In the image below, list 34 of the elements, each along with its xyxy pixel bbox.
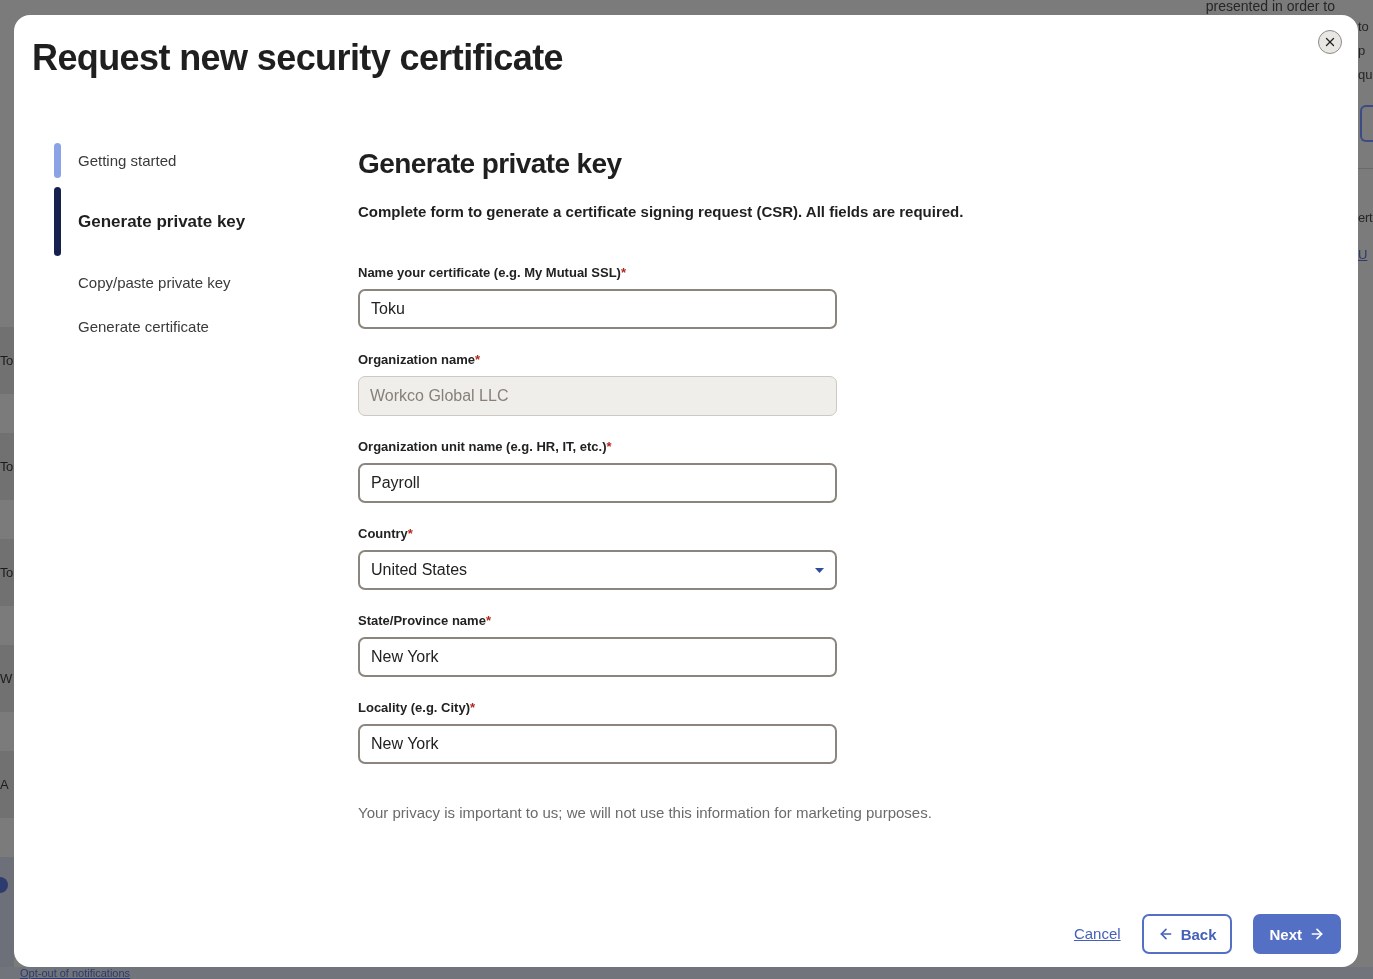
back-button[interactable]: Back	[1141, 914, 1233, 954]
text-input[interactable]: New York	[358, 637, 837, 677]
cancel-link[interactable]: Cancel	[1073, 924, 1121, 944]
next-button[interactable]: Next	[1253, 914, 1341, 954]
table-cell: To	[0, 459, 13, 474]
background-text: presented in order to	[1205, 0, 1335, 13]
table-cell: W	[0, 671, 12, 686]
background-text: ert	[1358, 209, 1373, 227]
field-label: Organization unit name (e.g. HR, IT, etc.)*	[358, 438, 612, 455]
table-cell: To	[0, 353, 13, 368]
table-cell: To	[0, 565, 13, 580]
close-icon	[1323, 35, 1337, 49]
background-text: to	[1358, 18, 1369, 36]
text-input[interactable]: Payroll	[358, 463, 837, 503]
field-label: State/Province name*	[358, 612, 491, 629]
background-text: qu	[1358, 66, 1373, 84]
field-label: Country*	[358, 525, 413, 542]
dialog-title: Request new security certificate	[32, 36, 563, 80]
table-cell: A	[0, 777, 9, 792]
field-label: Organization name*	[358, 351, 481, 368]
text-input[interactable]: New York	[358, 724, 837, 764]
step-item: Getting started	[54, 143, 177, 178]
background-text: p	[1358, 42, 1366, 60]
caret-down-icon	[815, 567, 824, 573]
field-label: Locality (e.g. City)*	[358, 699, 476, 716]
close-button[interactable]	[1318, 30, 1342, 54]
step-item: Generate private key	[54, 187, 246, 256]
arrow-right-icon	[1309, 926, 1325, 942]
instructions-text: Complete form to generate a certificate signing request (CSR). All fields are required.	[358, 202, 964, 222]
field-label: Name your certificate (e.g. My Mutual SSL)*	[358, 264, 626, 281]
privacy-note: Your privacy is important to us; we will not use this information for marketing purposes.	[358, 803, 932, 823]
select-field[interactable]: United States	[358, 550, 837, 590]
text-input[interactable]: Toku	[358, 289, 837, 329]
section-heading: Generate private key	[358, 147, 622, 181]
